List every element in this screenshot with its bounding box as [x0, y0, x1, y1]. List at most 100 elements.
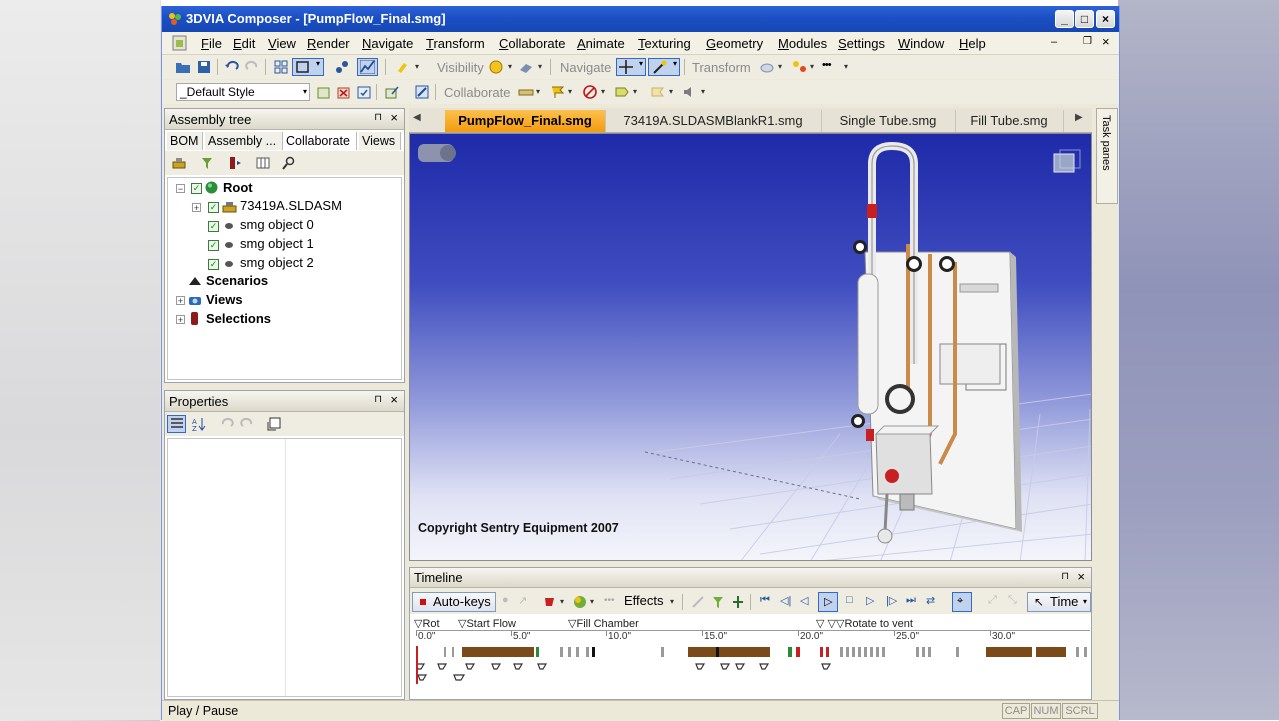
pin-icon[interactable]: ⊓: [1061, 571, 1069, 582]
loop-icon[interactable]: ⇄: [926, 594, 935, 607]
redo-prop-icon[interactable]: [239, 416, 255, 432]
style-delete-icon[interactable]: [336, 84, 352, 100]
highlight-icon[interactable]: [394, 59, 410, 75]
tree-node-views[interactable]: Views: [206, 291, 243, 309]
style-select[interactable]: _Default Style ▾: [176, 83, 310, 101]
menu-help[interactable]: Help: [959, 36, 986, 51]
menu-edit[interactable]: Edit: [233, 36, 255, 51]
key-tree-icon[interactable]: [730, 594, 746, 610]
go-start-icon[interactable]: ⏮: [760, 594, 770, 607]
style-add-icon[interactable]: [316, 84, 332, 100]
selection-mode-button[interactable]: ▾: [292, 58, 324, 76]
annotation-flag-icon[interactable]: [550, 84, 566, 100]
style-edit-icon[interactable]: [384, 84, 400, 100]
tree-filter-icon[interactable]: [199, 155, 215, 171]
close-button[interactable]: ×: [1096, 10, 1115, 28]
marker-fill-chamber[interactable]: ▽ Fill Chamber: [568, 617, 639, 630]
auto-keys-button[interactable]: Auto-keys: [412, 592, 496, 612]
sort-az-icon[interactable]: AZ: [191, 416, 207, 432]
more-icon[interactable]: •••: [822, 59, 832, 71]
marker-icon[interactable]: [614, 84, 630, 100]
style-paint-icon[interactable]: [414, 84, 430, 100]
menu-transform[interactable]: Transform: [426, 36, 485, 51]
pin-icon[interactable]: ⊓: [374, 394, 382, 405]
mdi-close-icon[interactable]: ×: [1102, 34, 1110, 49]
menu-modules[interactable]: Modules: [778, 36, 827, 51]
timeline-tracks[interactable]: [416, 644, 1090, 684]
menu-texturing[interactable]: Texturing: [638, 36, 691, 51]
undo-icon[interactable]: [224, 59, 240, 75]
panel-close-icon[interactable]: ×: [390, 110, 398, 125]
key-dot-icon[interactable]: ●: [502, 594, 509, 606]
step-forward-icon[interactable]: ▷: [866, 594, 874, 607]
expand-views-icon[interactable]: +: [176, 296, 185, 306]
save-icon[interactable]: [196, 59, 212, 75]
tab-collaborate[interactable]: Collaborate: [283, 132, 357, 150]
time-button[interactable]: ↖ Time ▾: [1027, 592, 1091, 612]
tree-assembly-icon[interactable]: [171, 155, 187, 171]
obj2-checkbox[interactable]: ✓: [208, 259, 219, 270]
tabs-scroll-left-icon[interactable]: ◀: [413, 112, 421, 123]
tree-node-selections[interactable]: Selections: [206, 310, 271, 328]
property-pages-icon[interactable]: [266, 416, 282, 432]
3d-viewport[interactable]: Copyright Sentry Equipment 2007: [409, 133, 1092, 561]
go-end-icon[interactable]: ⏭: [906, 594, 916, 607]
panel-close-icon[interactable]: ×: [1077, 569, 1085, 584]
key-dots-icon[interactable]: •••: [604, 595, 615, 606]
doc-tab-fill-tube[interactable]: Fill Tube.smg: [955, 110, 1064, 132]
tree-node-scenarios[interactable]: Scenarios: [206, 272, 268, 290]
task-panes-tab[interactable]: Task panes: [1096, 108, 1118, 204]
chart-toggle-button[interactable]: [357, 58, 378, 76]
minimize-button[interactable]: _: [1055, 10, 1074, 28]
menu-animate[interactable]: Animate: [577, 36, 625, 51]
mdi-minimize-icon[interactable]: –: [1051, 36, 1057, 48]
doc-tab-single-tube[interactable]: Single Tube.smg: [821, 110, 956, 132]
menu-file[interactable]: File: [201, 36, 222, 51]
style-apply-icon[interactable]: [356, 84, 372, 100]
arrange-icon[interactable]: [792, 59, 808, 75]
tab-views[interactable]: Views: [359, 132, 401, 150]
prev-key-icon[interactable]: ◁|: [780, 594, 791, 607]
zoom-select-icon[interactable]: ⤡: [1008, 594, 1017, 607]
key-cycle-icon[interactable]: [542, 594, 558, 610]
menu-view[interactable]: View: [268, 36, 296, 51]
menu-window[interactable]: Window: [898, 36, 944, 51]
obj0-checkbox[interactable]: ✓: [208, 221, 219, 232]
root-checkbox[interactable]: ✓: [191, 183, 202, 194]
key-arrow-icon[interactable]: ↗: [518, 594, 527, 607]
marker-rotate-vent[interactable]: ▽ ▽▽ Rotate to vent: [816, 617, 913, 630]
menu-collaborate[interactable]: Collaborate: [499, 36, 566, 51]
marker-start-flow[interactable]: ▽ Start Flow: [458, 617, 516, 630]
panel-close-icon[interactable]: ×: [390, 392, 398, 407]
maximize-button[interactable]: □: [1075, 10, 1094, 28]
next-key-icon[interactable]: |▷: [886, 594, 897, 607]
menu-render[interactable]: Render: [307, 36, 350, 51]
marker-rot[interactable]: ▽ Rot: [414, 617, 440, 630]
measure-icon[interactable]: [518, 84, 534, 100]
redo-icon[interactable]: [244, 59, 260, 75]
expand-asm-icon[interactable]: +: [192, 203, 201, 213]
key-filter-icon[interactable]: [710, 594, 726, 610]
tree-selection-icon[interactable]: [227, 155, 243, 171]
obj1-checkbox[interactable]: ✓: [208, 240, 219, 251]
sound-icon[interactable]: [682, 84, 698, 100]
move-keys-icon[interactable]: [690, 594, 706, 610]
navigate-orbit-button[interactable]: ▾: [648, 58, 680, 76]
doc-tab-pumpflow[interactable]: PumpFlow_Final.smg: [445, 110, 606, 132]
transform-icon[interactable]: [759, 59, 775, 75]
link-icon[interactable]: [334, 59, 350, 75]
play-pause-button[interactable]: ▷: [818, 592, 838, 612]
doc-tab-blank[interactable]: 73419A.SLDASMBlankR1.smg: [605, 110, 822, 132]
tabs-scroll-right-icon[interactable]: ▶: [1075, 112, 1083, 123]
grid-icon[interactable]: [273, 59, 289, 75]
pin-icon[interactable]: ⊓: [374, 112, 382, 123]
effects-button[interactable]: Effects: [624, 593, 664, 608]
snap-button[interactable]: ⌖: [952, 592, 972, 612]
mdi-restore-icon[interactable]: ❐: [1083, 36, 1092, 47]
key-color-icon[interactable]: [572, 594, 588, 610]
open-icon[interactable]: [175, 59, 191, 75]
tree-node-root[interactable]: Root: [223, 179, 253, 197]
eraser-icon[interactable]: [518, 59, 534, 75]
no-entry-icon[interactable]: [582, 84, 598, 100]
document-icon[interactable]: [170, 34, 190, 52]
